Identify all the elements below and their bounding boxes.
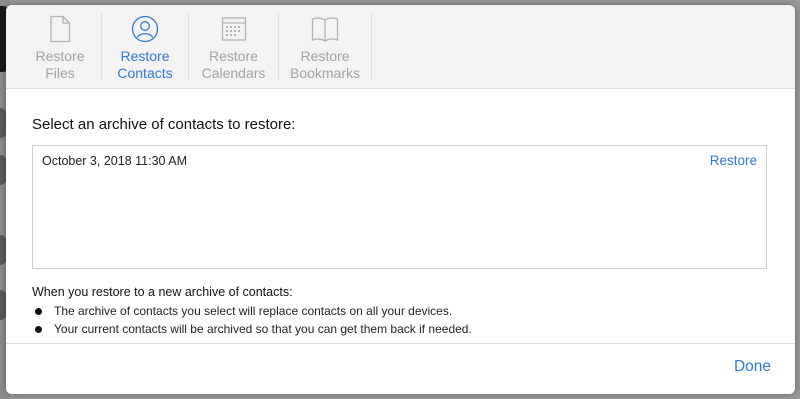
- tab-label: Restore Contacts: [117, 48, 173, 81]
- restore-dialog: Restore Files Restore Contacts Restore C…: [6, 5, 795, 394]
- tab-label: Restore Calendars: [201, 48, 266, 81]
- calendar-icon: [219, 14, 249, 44]
- bullet-icon: [35, 307, 42, 315]
- tab-label: Restore Files: [35, 48, 85, 81]
- archive-list: October 3, 2018 11:30 AM Restore: [32, 145, 767, 269]
- dialog-footer: Done: [6, 343, 795, 394]
- note-text: Your current contacts will be archived s…: [54, 322, 472, 336]
- tab-restore-contacts[interactable]: Restore Contacts: [102, 5, 188, 88]
- tab-restore-files[interactable]: Restore Files: [19, 5, 101, 88]
- restore-toolbar: Restore Files Restore Contacts Restore C…: [6, 5, 795, 89]
- note-text: The archive of contacts you select will …: [54, 304, 453, 318]
- notes-heading: When you restore to a new archive of con…: [32, 285, 293, 299]
- tab-divider: [371, 13, 372, 80]
- bookmarks-icon: [310, 14, 340, 44]
- done-button[interactable]: Done: [734, 358, 771, 376]
- contacts-icon: [130, 14, 160, 44]
- page-title: Select an archive of contacts to restore…: [32, 116, 296, 133]
- restore-content: Select an archive of contacts to restore…: [6, 89, 795, 343]
- tab-label: Restore Bookmarks: [289, 48, 361, 81]
- note-item: Your current contacts will be archived s…: [32, 322, 472, 336]
- tab-restore-bookmarks[interactable]: Restore Bookmarks: [279, 5, 371, 88]
- note-item: The archive of contacts you select will …: [32, 304, 452, 318]
- file-icon: [45, 14, 75, 44]
- tab-restore-calendars[interactable]: Restore Calendars: [189, 5, 278, 88]
- list-item: October 3, 2018 11:30 AM Restore: [33, 146, 766, 174]
- archive-date: October 3, 2018 11:30 AM: [42, 154, 188, 168]
- restore-link[interactable]: Restore: [710, 153, 757, 168]
- bullet-icon: [35, 325, 42, 333]
